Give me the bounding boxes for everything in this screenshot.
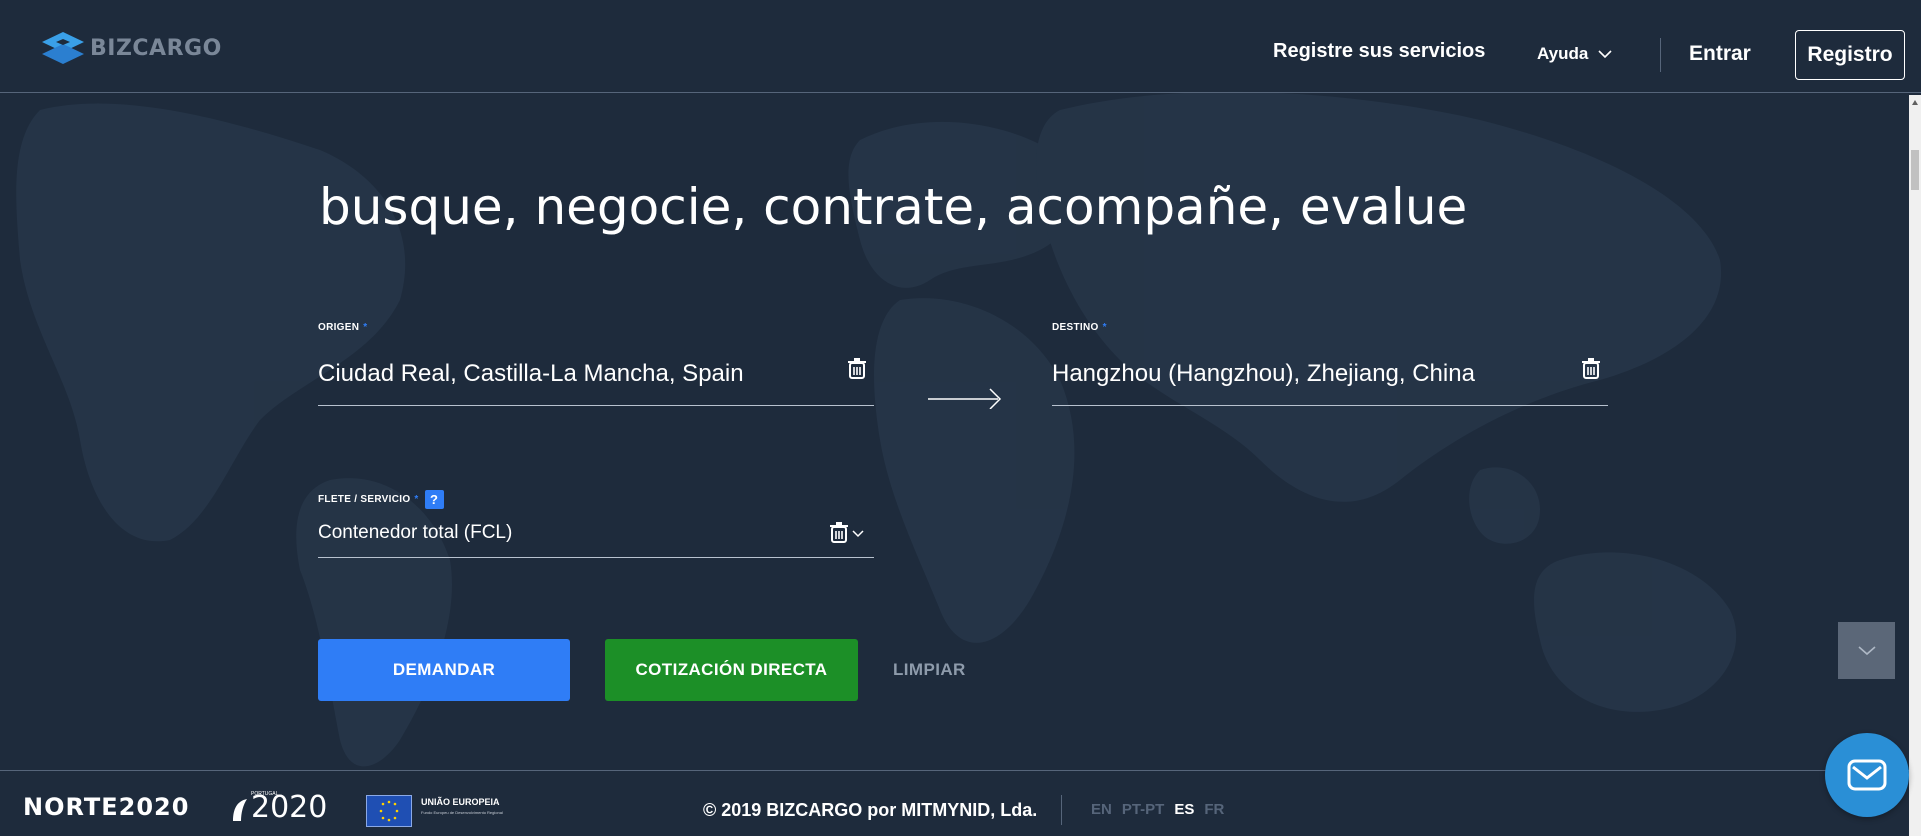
portugal2020-small-text: PORTUGAL (251, 791, 279, 797)
required-mark: * (1102, 322, 1107, 333)
scroll-down-button[interactable] (1838, 622, 1895, 679)
portugal2020-mark-icon (233, 799, 247, 821)
bizcargo-logo[interactable]: BIZCARGO (40, 30, 222, 66)
chevron-down-icon (1598, 49, 1612, 58)
login-link[interactable]: Entrar (1689, 42, 1751, 66)
footer: NORTE2020 PORTUGAL 2020 UNIÃO EUROPEIA F… (0, 770, 1909, 836)
freight-service-field[interactable]: FLETE / SERVICIO * ? Contenedor total (F… (318, 490, 874, 560)
freight-select[interactable]: Contenedor total (FCL) (318, 522, 512, 544)
required-mark: * (414, 494, 419, 505)
lang-fr[interactable]: FR (1204, 801, 1224, 818)
norte2020-logo: NORTE2020 (23, 793, 190, 821)
nav-register-services-link[interactable]: Registre sus servicios (1273, 40, 1485, 63)
trash-icon[interactable] (1582, 358, 1600, 380)
required-mark: * (363, 322, 368, 333)
destination-underline (1052, 405, 1608, 406)
portugal2020-number: 2020 (251, 790, 328, 825)
portugal2020-logo: PORTUGAL 2020 (231, 790, 328, 825)
footer-divider (1061, 795, 1062, 825)
eu-subtitle: Fundo Europeu de Desenvolvimento Regiona… (421, 810, 503, 815)
bizcargo-logo-icon (42, 32, 84, 64)
top-navbar: BIZCARGO Registre sus servicios Ayuda En… (0, 0, 1921, 93)
lang-en[interactable]: EN (1091, 801, 1112, 818)
arrow-right-icon (928, 388, 1002, 409)
nav-help-dropdown[interactable]: Ayuda (1537, 44, 1612, 64)
eu-title: UNIÃO EUROPEIA (421, 797, 500, 807)
trash-icon[interactable] (830, 522, 848, 544)
mail-icon (1847, 759, 1887, 791)
clear-button[interactable]: LIMPIAR (893, 639, 1013, 701)
chevron-down-icon[interactable] (852, 530, 864, 538)
freight-label: FLETE / SERVICIO * ? (318, 490, 874, 509)
copyright-text: © 2019 BIZCARGO por MITMYNID, Lda. (703, 800, 1038, 820)
origin-field[interactable]: ORIGEN * Ciudad Real, Castilla-La Mancha… (318, 322, 874, 408)
language-switcher: EN PT-PT ES FR (1091, 801, 1224, 818)
contact-mail-button[interactable] (1825, 733, 1909, 817)
world-map-background (16, 91, 1737, 767)
scroll-up-arrow-icon[interactable] (1911, 99, 1919, 107)
destination-field[interactable]: DESTINO * Hangzhou (Hangzhou), Zhejiang,… (1052, 322, 1608, 408)
trash-icon[interactable] (848, 358, 866, 380)
hero-title: busque, negocie, contrate, acompañe, eva… (319, 178, 1468, 236)
origin-label: ORIGEN * (318, 322, 368, 333)
origin-underline (318, 405, 874, 406)
demand-button[interactable]: DEMANDAR (318, 639, 570, 701)
lang-es[interactable]: ES (1174, 801, 1194, 818)
page-scrollbar[interactable] (1909, 95, 1921, 836)
help-badge-icon[interactable]: ? (424, 490, 444, 509)
nav-help-label: Ayuda (1537, 44, 1589, 63)
freight-underline (318, 557, 874, 558)
origin-input[interactable]: Ciudad Real, Castilla-La Mancha, Spain (318, 360, 744, 388)
direct-quote-button[interactable]: COTIZACIÓN DIRECTA (605, 639, 858, 701)
destination-label: DESTINO * (1052, 322, 1107, 333)
scrollbar-thumb[interactable] (1911, 150, 1919, 190)
eu-flag-icon (366, 795, 412, 827)
logo-text: BIZCARGO (90, 35, 222, 61)
register-button[interactable]: Registro (1795, 30, 1905, 80)
destination-input[interactable]: Hangzhou (Hangzhou), Zhejiang, China (1052, 360, 1475, 388)
chevron-down-icon (1857, 645, 1876, 655)
nav-divider (1660, 38, 1661, 72)
lang-pt-pt[interactable]: PT-PT (1122, 801, 1165, 818)
